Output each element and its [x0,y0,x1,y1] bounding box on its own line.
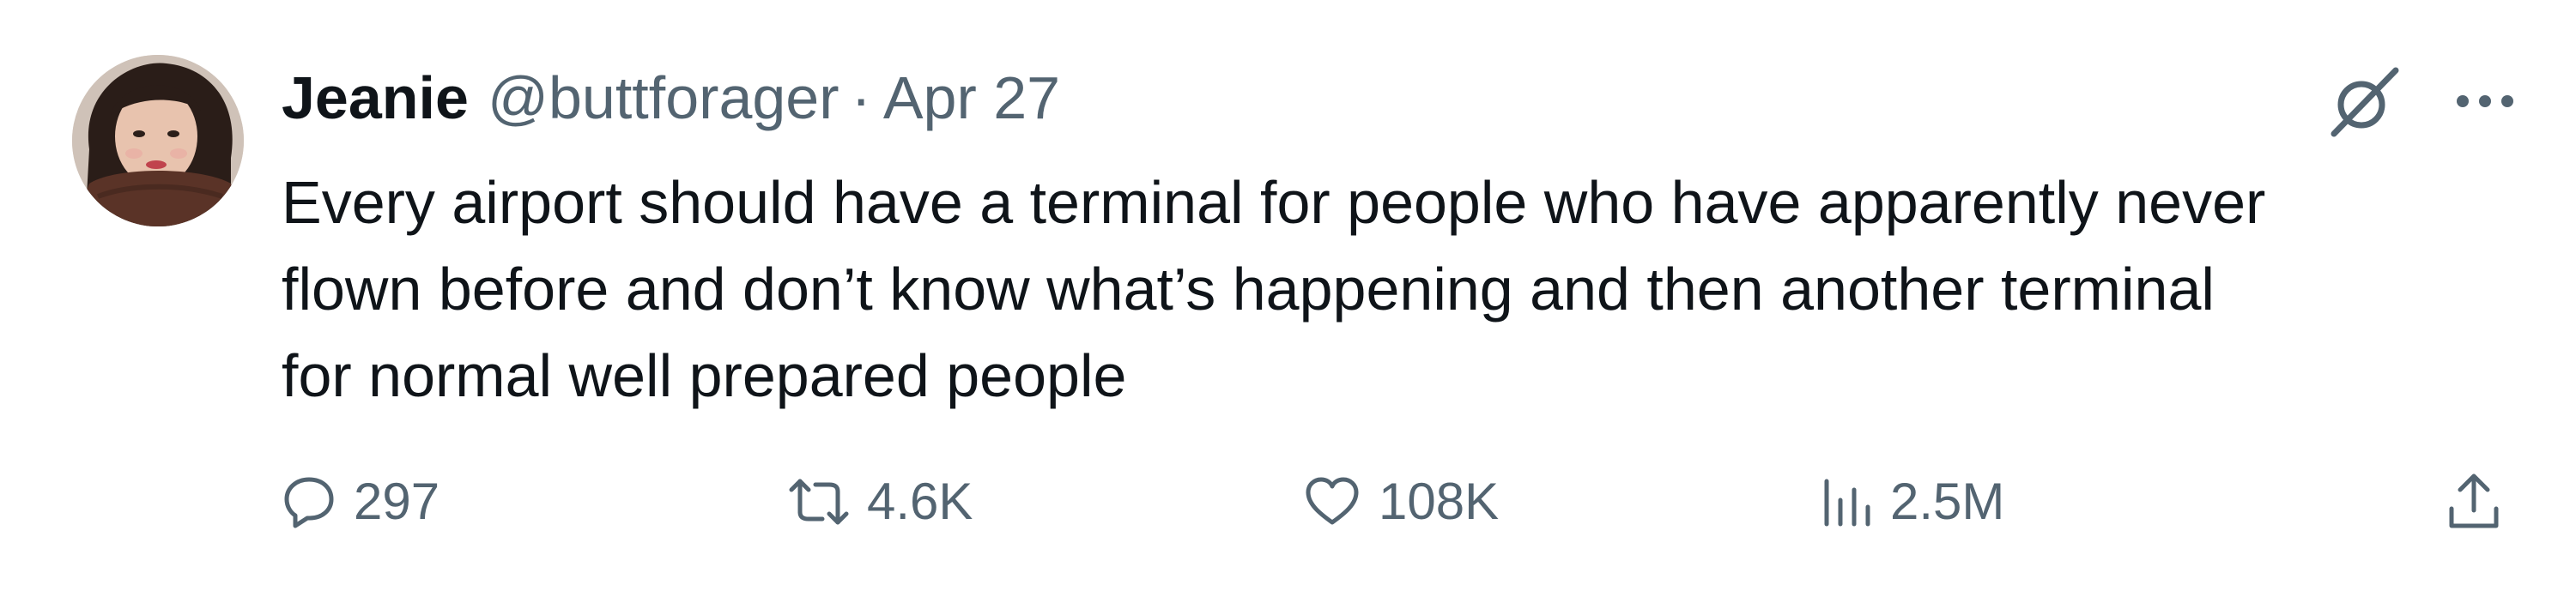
more-icon [2457,95,2513,107]
views-count: 2.5M [1890,473,2005,530]
tweet-top-actions [2322,60,2516,142]
like-count: 108K [1379,473,1500,530]
retweet-icon [789,479,849,525]
reply-count: 297 [354,473,440,530]
share-icon [2449,473,2499,528]
grok-icon [2331,67,2399,137]
reply-button[interactable]: 297 [282,463,439,540]
header-separator: · [851,64,871,131]
tweet-date[interactable]: Apr 27 [883,63,1060,132]
avatar-photo [72,55,244,226]
heart-icon [1306,477,1359,525]
avatar[interactable] [72,55,244,226]
reply-icon [284,477,334,528]
retweet-count: 4.6K [867,473,973,530]
retweet-button[interactable]: 4.6K [788,463,973,540]
tweet-action-bar: 297 4.6K 108K 2.5M [282,463,2522,540]
tweet-header: Jeanie @buttforager · Apr 27 [282,63,1060,132]
author-display-name[interactable]: Jeanie [282,63,469,132]
more-button[interactable] [2454,91,2516,112]
tweet-text: Every airport should have a terminal for… [282,169,2266,409]
like-button[interactable]: 108K [1303,463,1499,540]
tweet-card[interactable]: Jeanie @buttforager · Apr 27 Every airpo… [0,0,2576,591]
grok-button[interactable] [2322,60,2404,142]
share-button[interactable] [2445,463,2503,540]
views-icon [1824,479,1870,527]
views-button[interactable]: 2.5M [1818,463,2004,540]
author-handle[interactable]: @buttforager [488,63,839,132]
